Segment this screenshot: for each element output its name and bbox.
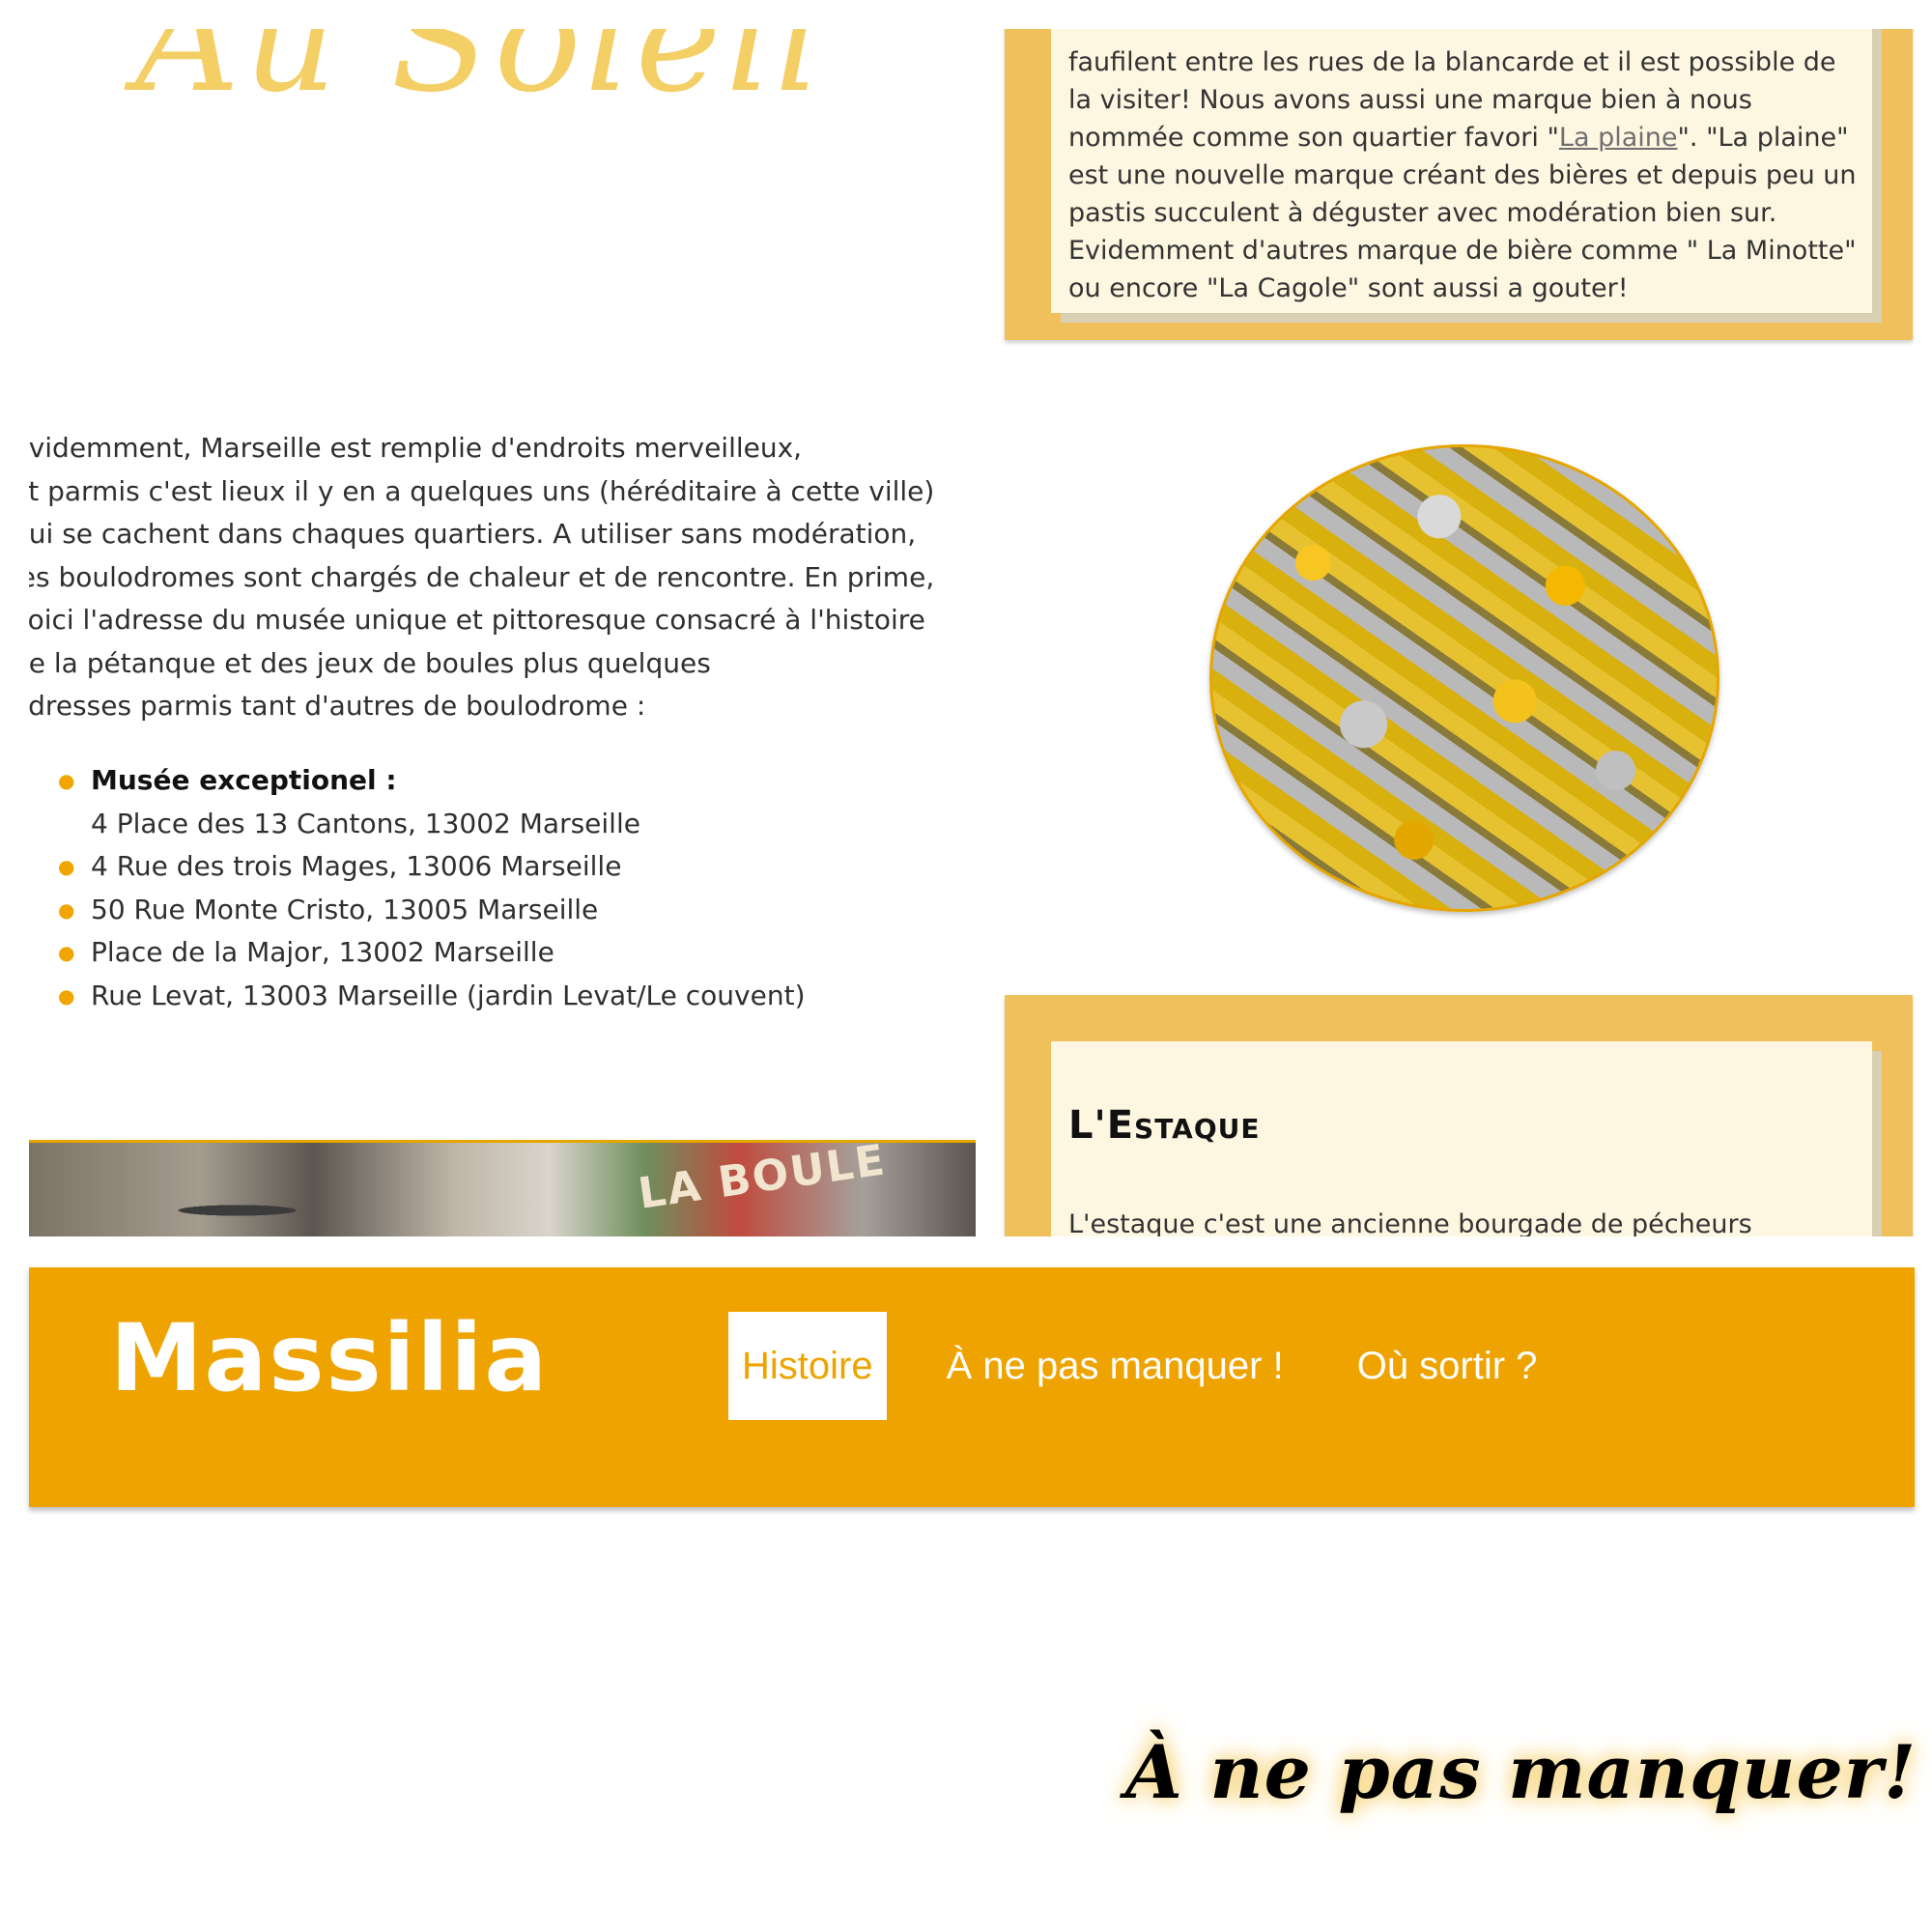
bullet-icon: ● xyxy=(58,983,75,1008)
bullet-icon: ● xyxy=(58,941,75,964)
boulodrome-intro: Evidemment, Marseille est remplie d'endr… xyxy=(29,427,968,728)
address-text: Place de la Major, 13002 Marseille xyxy=(91,936,554,968)
card-title: L'Estaque xyxy=(1068,1103,1261,1148)
section-title-a-ne-pas-manquer: À ne pas manquer! xyxy=(1125,1729,1918,1815)
address-bold-label: Musée exceptionel : xyxy=(91,764,397,796)
address-item: ● 50 Rue Monte Cristo, 13005 Marseille xyxy=(58,889,806,932)
bullet-icon: ● xyxy=(58,769,75,792)
intro-line: adresses parmis tant d'autres de boulodr… xyxy=(29,690,646,722)
info-card-text: L'estaque c'est une ancienne bourgade de… xyxy=(1068,1209,1752,1236)
nav-menu: Histoire À ne pas manquer ! Où sortir ? xyxy=(728,1312,1597,1420)
la-plaine-link[interactable]: La plaine xyxy=(1559,123,1678,153)
address-text: 50 Rue Monte Cristo, 13005 Marseille xyxy=(91,893,599,925)
nav-item-histoire[interactable]: Histoire xyxy=(728,1312,887,1420)
script-heading: Au Soleil xyxy=(135,29,826,125)
address-item-museum: ● Musée exceptionel : 4 Place des 13 Can… xyxy=(58,759,806,845)
graffiti-text: LA BOULE xyxy=(635,1140,890,1219)
bullet-icon: ● xyxy=(58,897,75,922)
bullet-icon: ● xyxy=(58,855,75,878)
info-card-estaque: L'Estaque L'estaque c'est une ancienne b… xyxy=(1005,995,1913,1236)
intro-line: Evidemment, Marseille est remplie d'endr… xyxy=(29,432,803,464)
beer-caps-image xyxy=(1209,444,1719,912)
address-text: Rue Levat, 13003 Marseille (jardin Levat… xyxy=(91,979,806,1011)
intro-line: qui se cachent dans chaques quartiers. A… xyxy=(29,518,917,550)
address-item: ● Rue Levat, 13003 Marseille (jardin Lev… xyxy=(58,975,806,1018)
nav-item-a-ne-pas-manquer[interactable]: À ne pas manquer ! xyxy=(933,1312,1297,1420)
info-card-inner: faufilent entre les rues de la blancarde… xyxy=(1051,29,1872,313)
main-navbar: Massilia Histoire À ne pas manquer ! Où … xyxy=(29,1267,1915,1507)
intro-line: de la pétanque et des jeux de boules plu… xyxy=(29,646,711,679)
info-card-text: faufilent entre les rues de la blancarde… xyxy=(1068,43,1859,307)
petanque-photo: LA BOULE xyxy=(29,1140,976,1236)
nav-item-ou-sortir[interactable]: Où sortir ? xyxy=(1344,1312,1551,1420)
page-viewport[interactable]: Au Soleil faufilent entre les rues de la… xyxy=(29,29,1915,1236)
intro-line: les boulodromes sont chargés de chaleur … xyxy=(29,560,935,593)
intro-line: et parmis c'est lieux il y en a quelques… xyxy=(29,474,935,507)
address-text: 4 Rue des trois Mages, 13006 Marseille xyxy=(91,850,622,882)
address-list: ● Musée exceptionel : 4 Place des 13 Can… xyxy=(58,759,806,1017)
address-text: 4 Place des 13 Cantons, 13002 Marseille xyxy=(91,807,640,839)
address-item: ● 4 Rue des trois Mages, 13006 Marseille xyxy=(58,845,806,889)
info-card-beers: faufilent entre les rues de la blancarde… xyxy=(1005,29,1913,340)
brand-logo[interactable]: Massilia xyxy=(110,1304,549,1412)
intro-line: voici l'adresse du musée unique et pitto… xyxy=(29,604,925,636)
address-item: ● Place de la Major, 13002 Marseille xyxy=(58,931,806,975)
info-card-inner: L'Estaque L'estaque c'est une ancienne b… xyxy=(1051,1041,1872,1236)
